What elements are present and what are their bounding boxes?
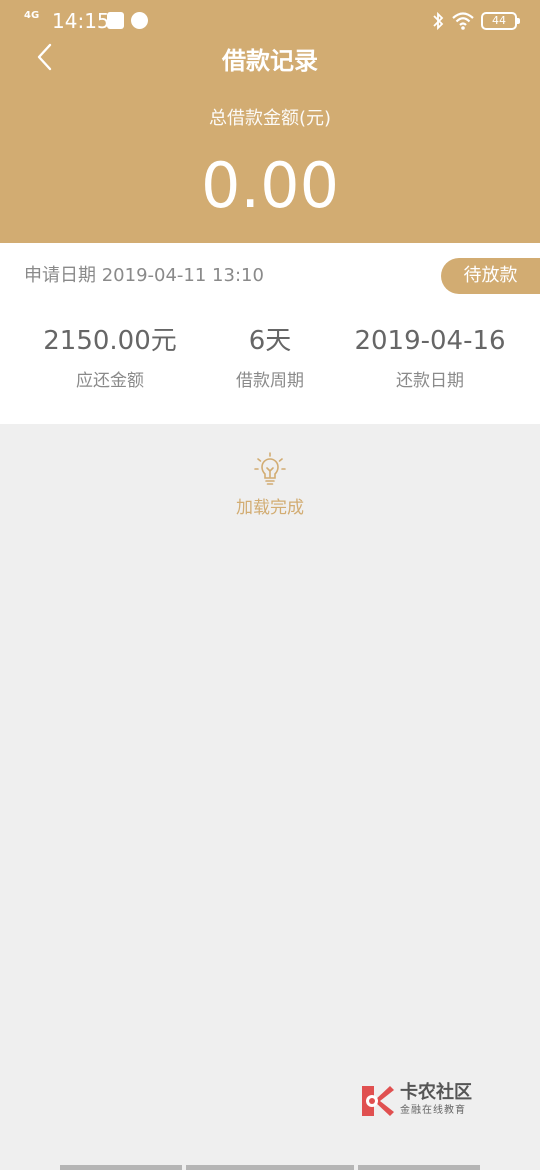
total-amount-label: 总借款金额(元) xyxy=(208,108,332,129)
loan-period-value: 6天 xyxy=(248,326,292,356)
battery-icon: 44 xyxy=(481,12,520,30)
repay-date-label: 还款日期 xyxy=(396,371,464,391)
repay-amount-value: 2150.00元 xyxy=(43,326,177,356)
load-complete-text: 加载完成 xyxy=(236,498,304,518)
message-notification-icon xyxy=(107,12,124,29)
apply-date: 申请日期 2019-04-11 13:10 xyxy=(24,265,264,286)
repay-amount-stat: 2150.00元 应还金额 xyxy=(20,323,200,393)
lightbulb-icon xyxy=(254,452,286,485)
wifi-icon xyxy=(452,12,474,30)
loan-record-card[interactable]: 申请日期 2019-04-11 13:10 待放款 2150.00元 应还金额 … xyxy=(0,243,540,424)
header: 4G 14:15 44 借款记录 总借款金额(元) 0.00 xyxy=(0,0,540,243)
status-badge: 待放款 xyxy=(441,258,540,294)
total-amount-value: 0.00 xyxy=(200,149,340,222)
loan-period-stat: 6天 借款周期 xyxy=(180,323,360,393)
watermark-title: 卡农社区 xyxy=(400,1082,472,1103)
status-time: 14:15 xyxy=(52,9,110,33)
bottom-divider xyxy=(358,1165,480,1170)
status-bar: 4G 14:15 44 xyxy=(0,0,540,42)
check-notification-icon xyxy=(131,12,148,29)
watermark-subtitle: 金融在线教育 xyxy=(400,1105,466,1116)
repay-date-stat: 2019-04-16 还款日期 xyxy=(340,323,520,393)
repay-amount-label: 应还金额 xyxy=(76,371,144,391)
page-title: 借款记录 xyxy=(222,47,318,75)
bottom-divider xyxy=(60,1165,182,1170)
network-signal-icon: 4G xyxy=(24,10,40,21)
load-complete-indicator: 加载完成 xyxy=(0,452,540,520)
kanong-logo-icon xyxy=(362,1086,394,1116)
bottom-divider xyxy=(186,1165,354,1170)
loan-period-label: 借款周期 xyxy=(236,371,304,391)
repay-date-value: 2019-04-16 xyxy=(354,326,506,356)
bluetooth-icon xyxy=(433,11,444,31)
watermark: 卡农社区 金融在线教育 xyxy=(360,1082,490,1122)
